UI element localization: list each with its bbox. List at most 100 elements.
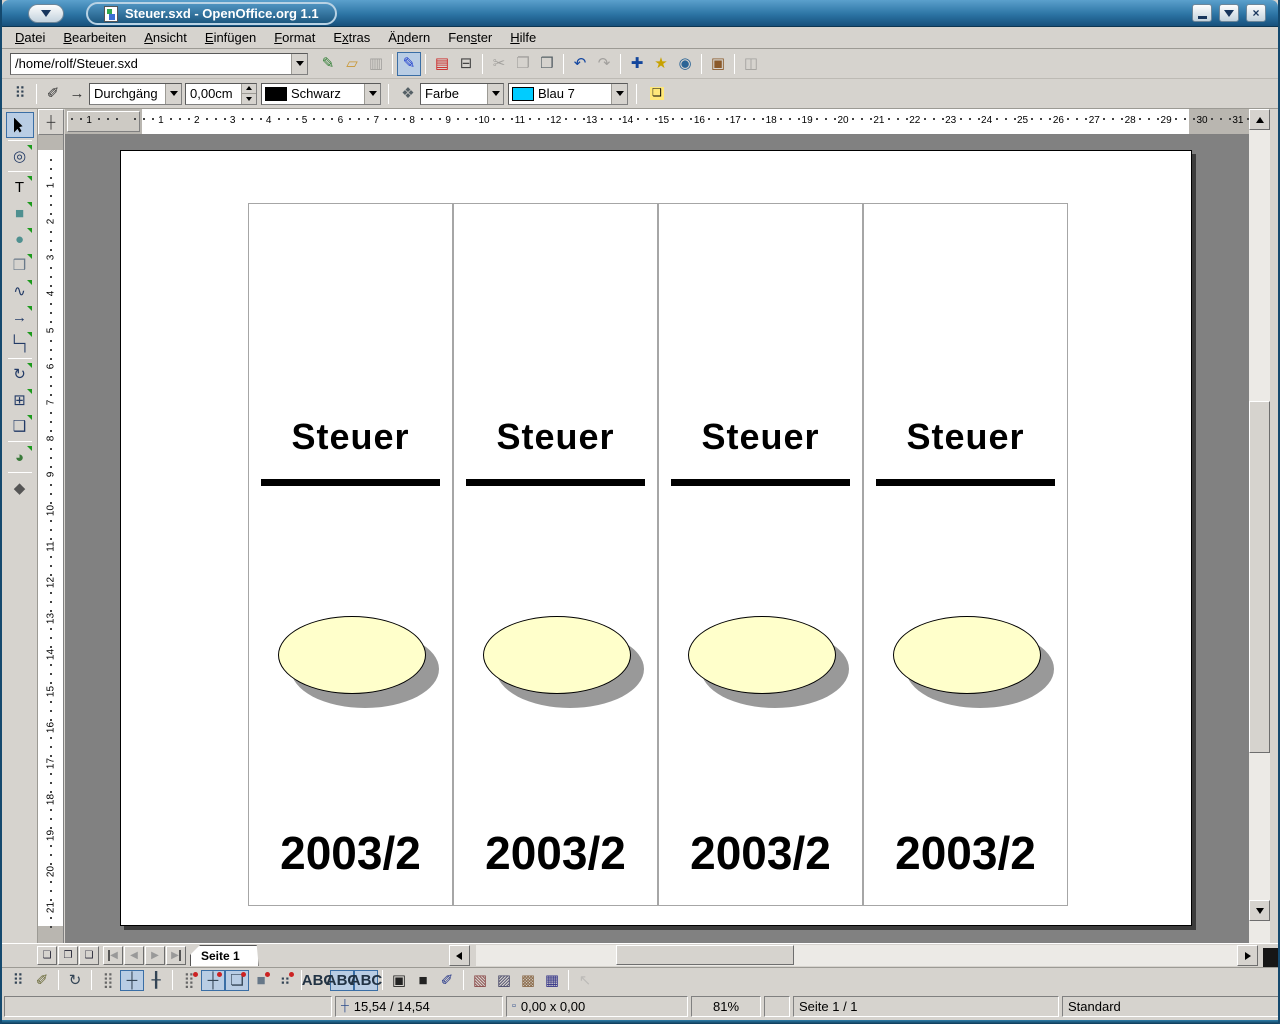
label-column-2[interactable]: Steuer 2003/2 xyxy=(453,203,658,906)
undo-button[interactable]: ↶ xyxy=(568,52,592,76)
curve-tool-button[interactable]: ∿ xyxy=(6,278,34,304)
tab-seite-1[interactable]: Seite 1 xyxy=(190,945,259,966)
3d-controller-tool-button[interactable]: ◆ xyxy=(6,475,34,501)
url-input[interactable] xyxy=(11,56,291,71)
line-width-spinner[interactable]: 0,00cm xyxy=(185,83,257,105)
label-column-4[interactable]: Steuer 2003/2 xyxy=(863,203,1068,906)
snap-to-object-points-button[interactable]: ⠶ xyxy=(273,970,297,991)
title-underline[interactable] xyxy=(261,479,440,486)
window-resize-grip[interactable] xyxy=(1260,945,1280,967)
menu-item-bearbeiten[interactable]: Bearbeiten xyxy=(54,28,135,47)
alignment-tool-button[interactable]: ⊞ xyxy=(6,387,34,413)
label-title-text[interactable]: Steuer xyxy=(454,416,657,458)
gallery-button[interactable]: ▣ xyxy=(706,52,730,76)
menu-item-extras[interactable]: Extras xyxy=(324,28,379,47)
ellipse-object[interactable] xyxy=(893,616,1041,694)
show-grid-button[interactable]: ⣿ xyxy=(96,970,120,991)
edit-points-button[interactable]: ⠿ xyxy=(8,82,32,106)
label-title-text[interactable]: Steuer xyxy=(659,416,862,458)
vertical-scrollbar[interactable] xyxy=(1249,109,1270,943)
scroll-right-button[interactable] xyxy=(1237,945,1258,966)
rotation-mode-button[interactable]: ↻ xyxy=(63,970,87,991)
line-style-combo[interactable]: Durchgäng xyxy=(89,83,182,105)
menu-item-ansicht[interactable]: Ansicht xyxy=(135,28,196,47)
fill-color-combo[interactable]: Blau 7 xyxy=(508,83,628,105)
label-year-text[interactable]: 2003/2 xyxy=(249,826,452,880)
horizontal-scrollbar[interactable] xyxy=(476,945,1237,966)
show-guides-button[interactable]: ┼ xyxy=(120,970,144,991)
horizontal-scroll-thumb[interactable] xyxy=(616,945,794,965)
redo-button[interactable]: ↷ xyxy=(592,52,616,76)
minimize-button[interactable] xyxy=(1192,4,1212,22)
vertical-scroll-thumb[interactable] xyxy=(1249,401,1270,753)
snap-to-guides-button[interactable]: ┼ xyxy=(201,970,225,991)
line-color-dropdown[interactable] xyxy=(364,84,380,104)
picture-placeholder-button[interactable]: ▧ xyxy=(468,970,492,991)
fill-type-dropdown[interactable] xyxy=(487,84,503,104)
page-view-button[interactable]: ❏ xyxy=(37,946,57,965)
ellipse-tool-button[interactable]: ● xyxy=(6,226,34,252)
text-tool-button[interactable]: T xyxy=(6,174,34,200)
fill-type-combo[interactable]: Farbe xyxy=(420,83,504,105)
ellipse-object[interactable] xyxy=(688,616,836,694)
open-document-button[interactable]: ▱ xyxy=(340,52,364,76)
3d-objects-tool-button[interactable]: ❒ xyxy=(6,252,34,278)
export-pdf-button[interactable]: ▤ xyxy=(430,52,454,76)
title-underline[interactable] xyxy=(876,479,1055,486)
scroll-down-button[interactable] xyxy=(1249,900,1270,921)
rectangle-tool-button[interactable]: ■ xyxy=(6,200,34,226)
stylist-button[interactable]: ★ xyxy=(649,52,673,76)
title-underline[interactable] xyxy=(671,479,850,486)
page[interactable]: Steuer 2003/2 Steuer 2003/2 Steuer 2003/2 Steu… xyxy=(120,150,1192,926)
contour-mode-button[interactable]: ▨ xyxy=(492,970,516,991)
menu-item-aendern[interactable]: Ändern xyxy=(379,28,439,47)
arrow-ends-button[interactable]: → xyxy=(65,82,89,106)
line-color-combo[interactable]: Schwarz xyxy=(261,83,381,105)
label-year-text[interactable]: 2003/2 xyxy=(454,826,657,880)
edit-points-mode-button[interactable]: ⠿ xyxy=(6,970,30,991)
scroll-left-button[interactable] xyxy=(449,945,470,966)
save-document-button[interactable]: ▥ xyxy=(364,52,388,76)
label-title-text[interactable]: Steuer xyxy=(864,416,1067,458)
snap-to-grid-button[interactable]: ⣿ xyxy=(177,970,201,991)
previous-page-button[interactable]: ◀ xyxy=(124,946,144,965)
snap-to-object-border-button[interactable]: ■ xyxy=(249,970,273,991)
statusbar-position-cell[interactable]: ┼ 15,54 / 14,54 xyxy=(335,996,503,1017)
label-column-3[interactable]: Steuer2003/2 xyxy=(658,203,863,906)
rotate-tool-button[interactable]: ↻ xyxy=(6,361,34,387)
label-title-text[interactable]: Steuer xyxy=(249,416,452,458)
first-page-button[interactable]: ◀ xyxy=(103,946,123,965)
ruler-origin-box[interactable]: ┼ xyxy=(38,109,64,135)
lines-arrows-tool-button[interactable]: → xyxy=(6,304,34,330)
close-button[interactable]: × xyxy=(1246,4,1266,22)
scroll-up-button[interactable] xyxy=(1249,109,1270,130)
menu-item-format[interactable]: Format xyxy=(265,28,324,47)
line-style-dropdown[interactable] xyxy=(165,84,181,104)
text-placeholder-button[interactable]: ▩ xyxy=(516,970,540,991)
large-handles-button[interactable]: ■ xyxy=(411,970,435,991)
statusbar-style-cell[interactable]: Standard xyxy=(1062,996,1280,1017)
horizontal-ruler[interactable]: 1123456789101112131415161718192021222324… xyxy=(65,109,1253,135)
ellipse-object[interactable] xyxy=(483,616,631,694)
line-contour-button[interactable]: ▦ xyxy=(540,970,564,991)
menu-item-fenster[interactable]: Fenster xyxy=(439,28,501,47)
label-year-text[interactable]: 2003/2 xyxy=(864,826,1067,880)
zoom-tool-button[interactable]: ◎ xyxy=(6,143,34,169)
print-file-button[interactable]: ⊟ xyxy=(454,52,478,76)
statusbar-zoom-cell[interactable]: 81% xyxy=(691,996,761,1017)
modify-with-attributes-button[interactable]: ✐ xyxy=(435,970,459,991)
effects-tool-button[interactable]: ◕ xyxy=(6,444,34,470)
arrange-tool-button[interactable]: ❑ xyxy=(6,413,34,439)
connector-tool-button[interactable]: └┐ xyxy=(6,330,34,356)
new-document-button[interactable]: ✎ xyxy=(316,52,340,76)
hyperlink-dialog-button[interactable]: ◉ xyxy=(673,52,697,76)
spin-down-button[interactable] xyxy=(242,93,256,104)
snap-to-page-margins-button[interactable]: ❏ xyxy=(225,970,249,991)
allow-quick-editing-button[interactable]: ✐ xyxy=(30,970,54,991)
exit-all-groups-button[interactable]: ↖ xyxy=(573,970,597,991)
menu-item-datei[interactable]: Datei xyxy=(6,28,54,47)
window-menu-button[interactable] xyxy=(28,4,64,23)
title-underline[interactable] xyxy=(466,479,645,486)
fill-color-dropdown[interactable] xyxy=(611,84,627,104)
imagemap-button[interactable]: ◫ xyxy=(739,52,763,76)
